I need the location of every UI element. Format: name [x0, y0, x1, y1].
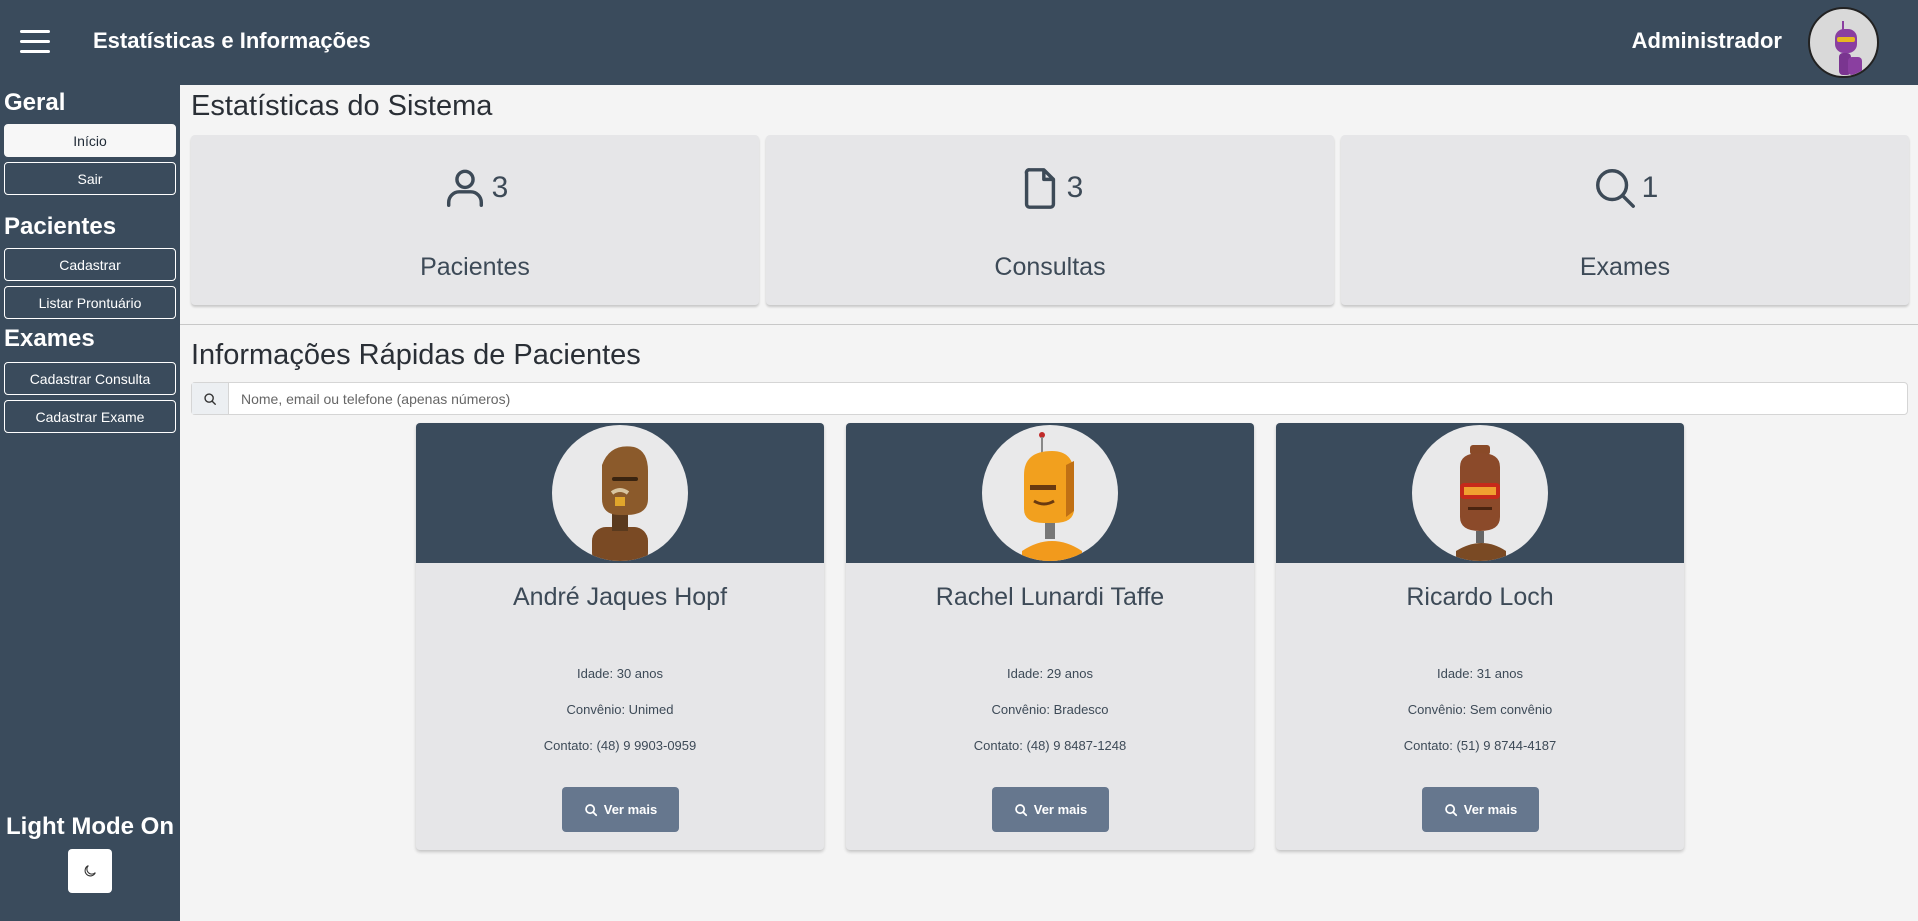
patient-avatar	[982, 425, 1118, 561]
patient-insurance: Convênio: Sem convênio	[1407, 702, 1553, 717]
patient-age: Idade: 30 anos	[576, 666, 664, 681]
view-more-button[interactable]: Ver mais	[1422, 787, 1539, 832]
patient-contact: Contato: (48) 9 9903-0959	[543, 738, 697, 753]
stat-value: 3	[491, 171, 509, 204]
stat-card-pacientes: 3 Pacientes	[191, 135, 759, 305]
divider	[180, 324, 1918, 325]
sidebar-item-cadastrar[interactable]: Cadastrar	[4, 248, 176, 281]
patient-contact: Contato: (48) 9 8487-1248	[973, 738, 1127, 753]
patient-card: Rachel Lunardi Taffe Idade: 29 anos Conv…	[846, 423, 1254, 850]
patients-title: Informações Rápidas de Pacientes	[191, 339, 641, 371]
search-icon	[1595, 169, 1635, 208]
search-icon	[584, 803, 597, 816]
view-more-button[interactable]: Ver mais	[992, 787, 1109, 832]
stat-label: Pacientes	[420, 253, 530, 281]
stat-label: Exames	[1579, 253, 1671, 281]
sidebar-item-cadastrar-consulta[interactable]: Cadastrar Consulta	[4, 362, 176, 395]
patient-insurance: Convênio: Unimed	[566, 702, 674, 717]
patient-name: André Jaques Hopf	[512, 583, 728, 611]
search-icon	[192, 383, 229, 414]
sidebar-heading-exames: Exames	[4, 325, 95, 352]
user-icon	[446, 169, 483, 207]
patient-card: Ricardo Loch Idade: 31 anos Convênio: Se…	[1276, 423, 1684, 850]
sidebar-item-listar-prontuario[interactable]: Listar Prontuário	[4, 286, 176, 319]
patient-age: Idade: 31 anos	[1436, 666, 1524, 681]
patient-search	[191, 382, 1908, 415]
search-input[interactable]	[229, 383, 1907, 414]
moon-icon	[84, 865, 96, 877]
patient-card: André Jaques Hopf Idade: 30 anos Convêni…	[416, 423, 824, 850]
top-bar: Estatísticas e Informações Administrador	[0, 0, 1918, 85]
stat-label: Consultas	[994, 253, 1106, 281]
patient-contact: Contato: (51) 9 8744-4187	[1403, 738, 1557, 753]
view-more-label: Ver mais	[603, 802, 658, 817]
view-more-label: Ver mais	[1033, 802, 1088, 817]
search-icon	[1014, 803, 1027, 816]
theme-label: Light Mode On	[6, 813, 174, 840]
user-name: Administrador	[1631, 28, 1782, 53]
patient-avatar	[552, 425, 688, 561]
stat-value: 3	[1066, 171, 1084, 204]
sidebar-item-cadastrar-exame[interactable]: Cadastrar Exame	[4, 400, 176, 433]
patient-age: Idade: 29 anos	[1006, 666, 1094, 681]
patient-insurance: Convênio: Bradesco	[991, 702, 1109, 717]
patient-name: Rachel Lunardi Taffe	[935, 583, 1165, 611]
sidebar-heading-pacientes: Pacientes	[4, 213, 117, 240]
patient-avatar	[1412, 425, 1548, 561]
menu-icon[interactable]	[20, 30, 50, 54]
sidebar-heading-geral: Geral	[4, 89, 66, 116]
stat-card-consultas: 3 Consultas	[766, 135, 1334, 305]
sidebar-item-sair[interactable]: Sair	[4, 162, 176, 195]
stat-value: 1	[1641, 171, 1659, 204]
view-more-label: Ver mais	[1463, 802, 1518, 817]
page-title: Estatísticas e Informações	[93, 28, 371, 53]
avatar[interactable]	[1808, 7, 1879, 78]
search-icon	[1444, 803, 1457, 816]
file-icon	[1024, 168, 1055, 209]
stat-card-exames: 1 Exames	[1341, 135, 1909, 305]
stats-title: Estatísticas do Sistema	[191, 90, 493, 122]
sidebar: Geral Início Sair Pacientes Cadastrar Li…	[0, 85, 180, 921]
theme-toggle-button[interactable]	[68, 849, 112, 893]
patient-name: Ricardo Loch	[1406, 583, 1554, 611]
view-more-button[interactable]: Ver mais	[562, 787, 679, 832]
sidebar-item-inicio[interactable]: Início	[4, 124, 176, 157]
